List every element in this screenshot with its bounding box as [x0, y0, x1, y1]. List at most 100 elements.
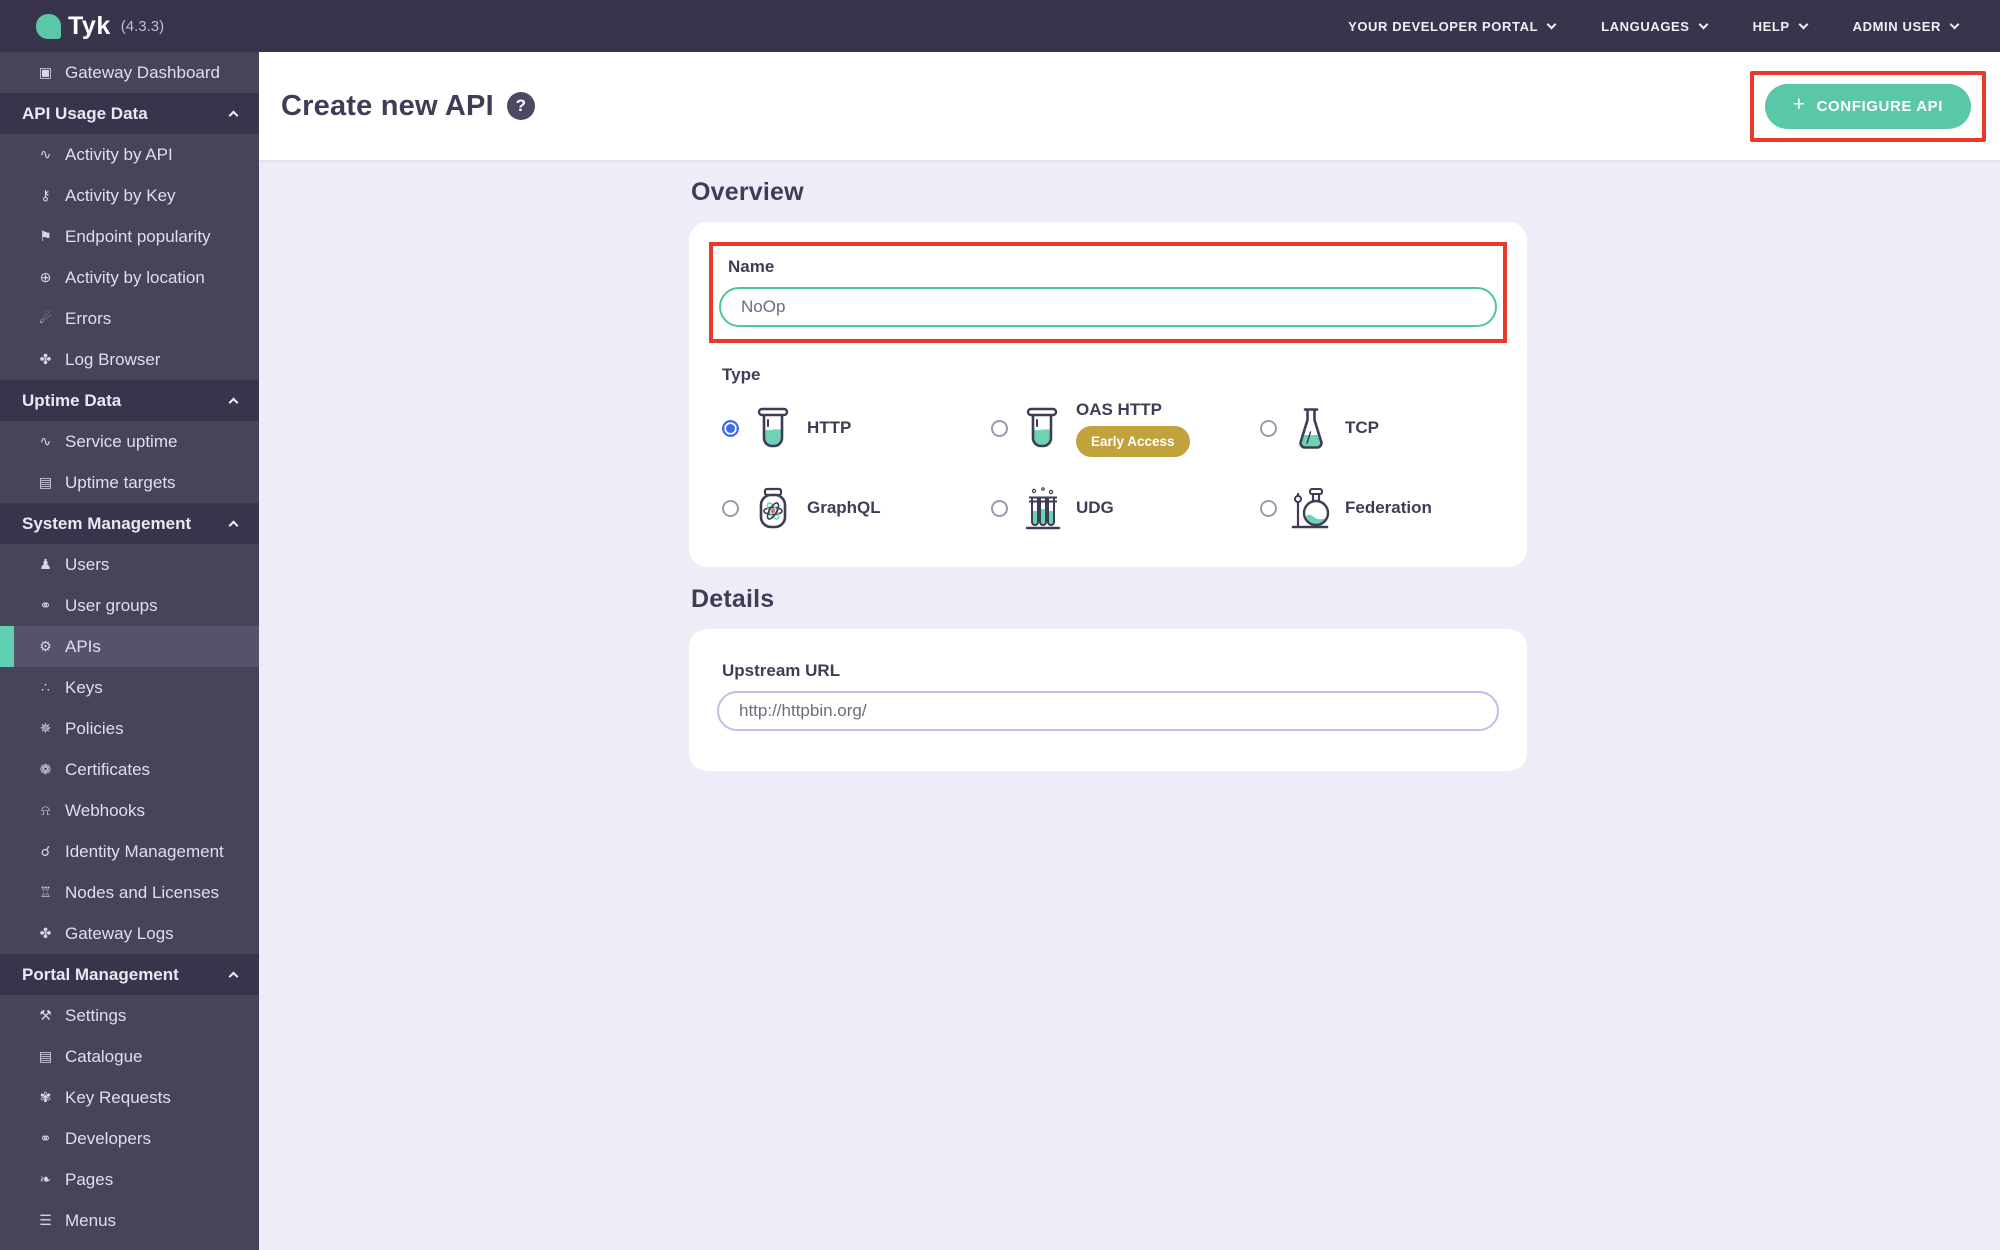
sidebar-item-activity-by-key[interactable]: ⚷ Activity by Key	[0, 175, 259, 216]
topbar-menu-help[interactable]: HELP	[1753, 19, 1809, 34]
sidebar-item-key-requests[interactable]: ✾ Key Requests	[0, 1077, 259, 1118]
type-labelcol: UDG	[1076, 498, 1114, 518]
chevron-up-icon	[228, 520, 239, 531]
sidebar-item-activity-by-location[interactable]: ⊕ Activity by location	[0, 257, 259, 298]
sidebar-item-user-groups[interactable]: ⚭ User groups	[0, 585, 259, 626]
type-option-label: UDG	[1076, 498, 1114, 517]
topbar-menu-your-developer-portal[interactable]: YOUR DEVELOPER PORTAL	[1348, 18, 1557, 34]
sidebar-item-label: Catalogue	[65, 1046, 143, 1066]
overview-heading: Overview	[691, 178, 804, 206]
radio-udg[interactable]	[991, 499, 1008, 517]
name-input[interactable]	[719, 287, 1497, 327]
details-heading: Details	[691, 585, 775, 613]
early-access-badge: Early Access	[1076, 425, 1190, 457]
topbar-menu-admin-user[interactable]: ADMIN USER	[1852, 18, 1960, 34]
sidebar-item-activity-by-api[interactable]: ∿ Activity by API	[0, 134, 259, 175]
sidebar-item-webhooks[interactable]: ⍾ Webhooks	[0, 790, 259, 831]
type-option-federation[interactable]: Federation	[1260, 471, 1529, 545]
chart-icon: ∿	[39, 433, 52, 449]
sidebar-item-policies[interactable]: ✵ Policies	[0, 708, 259, 749]
sidebar-item-service-uptime[interactable]: ∿ Service uptime	[0, 421, 259, 462]
type-option-udg[interactable]: UDG	[991, 471, 1260, 545]
sidebar-item-nodes-and-licenses[interactable]: ♖ Nodes and Licenses	[0, 872, 259, 913]
radio-federation[interactable]	[1260, 499, 1277, 517]
sidebar-item-label: Errors	[65, 308, 112, 328]
topbar: Tyk (4.3.3) YOUR DEVELOPER PORTAL LANGUAG…	[0, 0, 2000, 52]
sidebar-item-apis[interactable]: ⚙ APIs	[0, 626, 259, 667]
sidebar-item-certificates[interactable]: ❁ Certificates	[0, 749, 259, 790]
configure-api-button[interactable]: + CONFIGURE API	[1764, 83, 1971, 129]
sidebar-section-uptime-data[interactable]: Uptime Data	[0, 380, 259, 421]
type-label: Type	[722, 365, 761, 384]
type-option-label: TCP	[1345, 418, 1379, 437]
sidebar-item-label: Key Requests	[65, 1087, 171, 1107]
round-flask-icon	[1289, 485, 1333, 531]
sidebar-item-gateway-dashboard[interactable]: ▣ Gateway Dashboard	[0, 52, 259, 93]
type-option-label: Federation	[1345, 498, 1432, 517]
sidebar-section-label: Uptime Data	[22, 390, 122, 410]
sidebar-item-label: Endpoint popularity	[65, 226, 211, 246]
sidebar-item-label: Nodes and Licenses	[65, 882, 220, 902]
sidebar-section-portal-management[interactable]: Portal Management	[0, 954, 259, 995]
topbar-menu-languages[interactable]: LANGUAGES	[1601, 19, 1709, 34]
gears-icon: ⚙	[39, 638, 52, 654]
sidebar-item-uptime-targets[interactable]: ▤ Uptime targets	[0, 462, 259, 503]
sidebar-section-api-usage-data[interactable]: API Usage Data	[0, 93, 259, 134]
chart-icon: ∿	[39, 146, 52, 162]
topbar-menu-label: ADMIN USER	[1852, 18, 1941, 34]
chevron-up-icon	[228, 110, 239, 121]
sidebar-item-label: Activity by Key	[65, 185, 176, 205]
sidebar-item-endpoint-popularity[interactable]: ⚑ Endpoint popularity	[0, 216, 259, 257]
certificate-icon: ❁	[39, 761, 52, 777]
type-labelcol: TCP	[1345, 418, 1379, 438]
annotation-box-configure: + CONFIGURE API	[1749, 70, 1986, 142]
leaf-icon: ❧	[39, 1171, 52, 1187]
sidebar-item-keys[interactable]: ∴ Keys	[0, 667, 259, 708]
type-labelcol: HTTP	[807, 418, 851, 438]
sidebar-item-settings[interactable]: ⚒ Settings	[0, 995, 259, 1036]
sidebar-item-catalogue[interactable]: ▤ Catalogue	[0, 1036, 259, 1077]
sidebar-item-errors[interactable]: ☄ Errors	[0, 298, 259, 339]
sidebar-item-gateway-logs[interactable]: ✤ Gateway Logs	[0, 913, 259, 954]
type-labelcol: GraphQL	[807, 498, 881, 518]
sidebar-item-identity-management[interactable]: ☌ Identity Management	[0, 831, 259, 872]
sidebar-item-menus[interactable]: ☰ Menus	[0, 1200, 259, 1241]
sidebar-item-users[interactable]: ♟ Users	[0, 544, 259, 585]
sidebar-item-label: APIs	[65, 636, 101, 656]
tyk-leaf-icon	[36, 13, 61, 39]
bank-icon: ♖	[39, 884, 52, 900]
beaker-icon	[751, 405, 795, 451]
sidebar-item-label: Activity by location	[65, 267, 205, 287]
sidebar-item-label: Gateway Logs	[65, 923, 174, 943]
sidebar-item-label: Keys	[65, 677, 103, 697]
sidebar-item-log-browser[interactable]: ✤ Log Browser	[0, 339, 259, 380]
type-option-graphql[interactable]: GraphQL	[722, 471, 991, 545]
upstream-url-input[interactable]	[717, 691, 1499, 731]
sidebar-section-system-management[interactable]: System Management	[0, 503, 259, 544]
sidebar-item-pages[interactable]: ❧ Pages	[0, 1159, 259, 1200]
type-option-label: OAS HTTP	[1076, 399, 1162, 419]
chevron-down-icon	[1949, 19, 1960, 29]
logo-text: Tyk	[68, 11, 111, 40]
configure-api-label: CONFIGURE API	[1816, 97, 1943, 115]
user-icon: ♟	[39, 556, 52, 572]
chevron-down-icon	[1698, 19, 1709, 29]
tyk-logo[interactable]: Tyk (4.3.3)	[0, 12, 164, 41]
overview-card: Name Type HTTP OAS HTTP Early Access TCP …	[689, 222, 1527, 567]
help-icon[interactable]: ?	[506, 92, 535, 120]
type-option-oas-http[interactable]: OAS HTTP Early Access	[991, 391, 1260, 465]
type-option-tcp[interactable]: TCP	[1260, 391, 1529, 465]
type-option-label: HTTP	[807, 418, 852, 437]
type-labelcol: Federation	[1345, 498, 1432, 518]
endpoint-icon: ⚑	[39, 228, 52, 244]
radio-oas-http[interactable]	[991, 419, 1008, 437]
plus-icon: +	[1792, 93, 1806, 116]
type-option-http[interactable]: HTTP	[722, 391, 991, 465]
sidebar-item-developers[interactable]: ⚭ Developers	[0, 1118, 259, 1159]
radio-tcp[interactable]	[1260, 419, 1277, 437]
key-icon: ⚷	[40, 187, 51, 203]
radio-graphql[interactable]	[722, 499, 739, 517]
topbar-menu-label: YOUR DEVELOPER PORTAL	[1348, 18, 1539, 34]
radio-http[interactable]	[722, 419, 739, 437]
details-card: Upstream URL	[689, 629, 1527, 771]
